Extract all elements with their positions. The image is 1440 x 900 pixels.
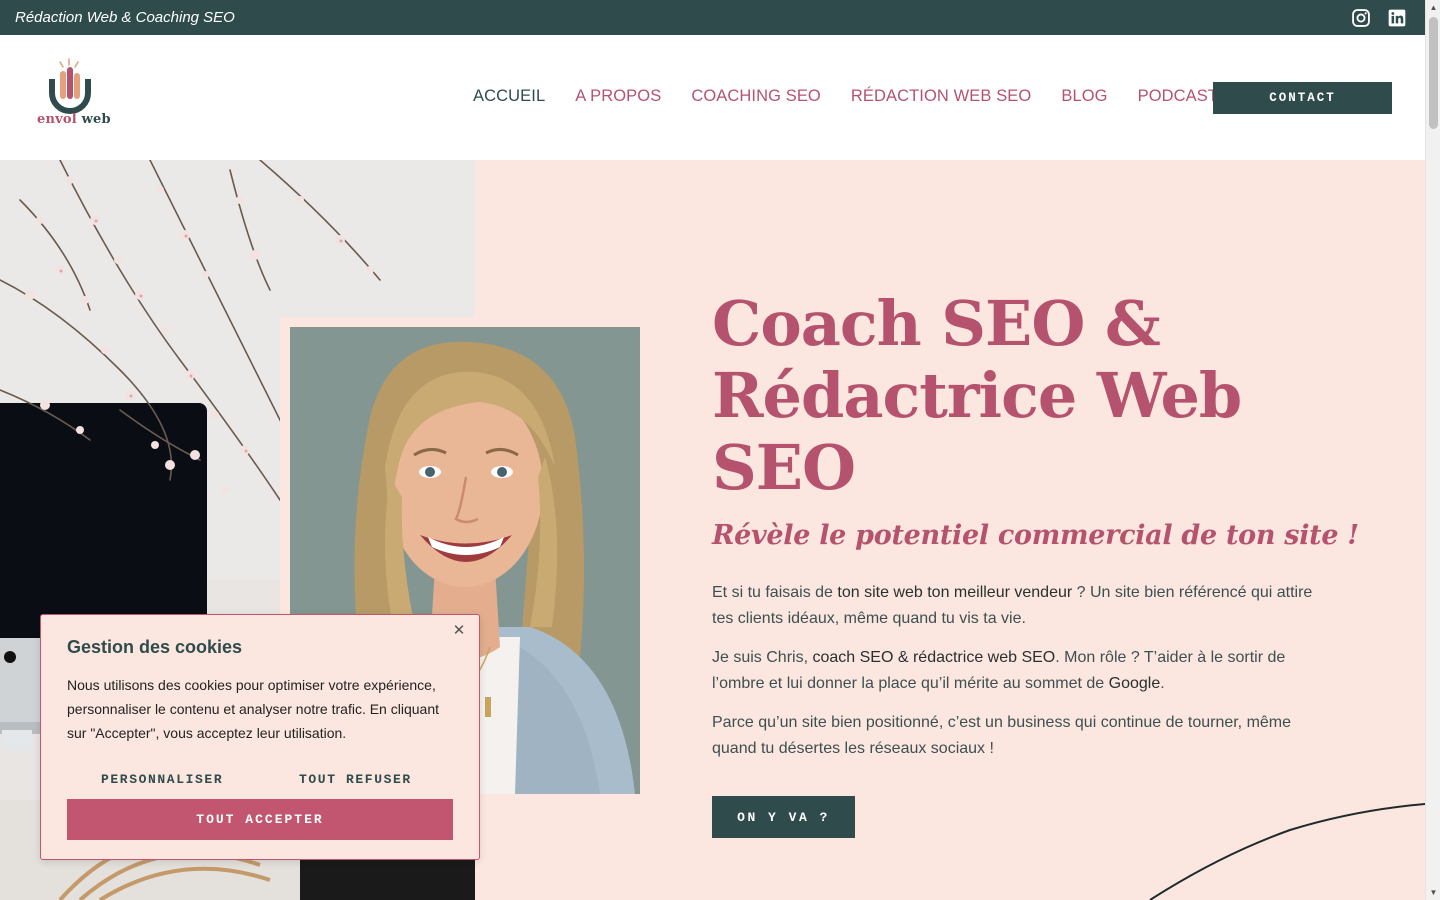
nav-item-redaction-web-seo[interactable]: RÉDACTION WEB SEO xyxy=(851,87,1031,106)
nav-item-a-propos[interactable]: A PROPOS xyxy=(575,87,661,106)
page-scrollbar[interactable]: ▲ ▼ xyxy=(1425,0,1440,900)
social-links xyxy=(1351,8,1407,28)
hero-subtitle: Révèle le potentiel commercial de ton si… xyxy=(712,520,1359,551)
instagram-icon[interactable] xyxy=(1351,8,1371,28)
accept-all-button[interactable]: TOUT ACCEPTER xyxy=(67,799,453,840)
highlight-text: Google xyxy=(1108,674,1161,692)
cta-button[interactable]: ON Y VA ? xyxy=(712,796,855,838)
scroll-down-icon[interactable]: ▼ xyxy=(1426,885,1440,900)
highlight-text: ton site web ton meilleur vendeur xyxy=(837,584,1073,601)
nav-item-coaching-seo[interactable]: COACHING SEO xyxy=(691,87,821,106)
cookie-dialog: ✕ Gestion des cookies Nous utilisons des… xyxy=(40,614,480,860)
customize-button[interactable]: PERSONNALISER xyxy=(101,772,223,787)
linkedin-icon[interactable] xyxy=(1387,8,1407,28)
nav-item-blog[interactable]: BLOG xyxy=(1061,87,1107,106)
hero-paragraph-1: Et si tu faisais de ton site web ton mei… xyxy=(712,584,1313,627)
hero-paragraph-2: Je suis Chris, coach SEO & rédactrice we… xyxy=(712,649,1286,692)
scrollbar-thumb[interactable] xyxy=(1429,17,1438,129)
logo-wordmark[interactable]: envol web xyxy=(37,112,111,127)
nav-item-podcast[interactable]: PODCAST xyxy=(1138,87,1218,106)
highlight-text: coach SEO & rédactrice web SEO xyxy=(812,649,1056,666)
contact-button[interactable]: CONTACT xyxy=(1213,82,1392,114)
main-nav: ACCUEIL A PROPOS COACHING SEO RÉDACTION … xyxy=(473,87,1218,106)
top-bar: Rédaction Web & Coaching SEO xyxy=(0,0,1425,35)
nav-item-accueil[interactable]: ACCUEIL xyxy=(473,87,545,106)
decorative-curve xyxy=(1149,803,1425,900)
cookie-title: Gestion des cookies xyxy=(67,637,243,657)
hero-paragraph-3: Parce qu’un site bien positionné, c’est … xyxy=(712,714,1292,757)
refuse-all-button[interactable]: TOUT REFUSER xyxy=(299,772,412,787)
site-header: envol web ACCUEIL A PROPOS COACHING SEO … xyxy=(0,35,1425,160)
top-bar-tagline: Rédaction Web & Coaching SEO xyxy=(15,9,235,26)
close-icon[interactable]: ✕ xyxy=(451,623,467,639)
cookie-text: Nous utilisons des cookies pour optimise… xyxy=(67,677,439,741)
hero-title: Coach SEO & Rédactrice Web SEO xyxy=(712,287,1242,504)
scroll-up-icon[interactable]: ▲ xyxy=(1426,0,1440,15)
